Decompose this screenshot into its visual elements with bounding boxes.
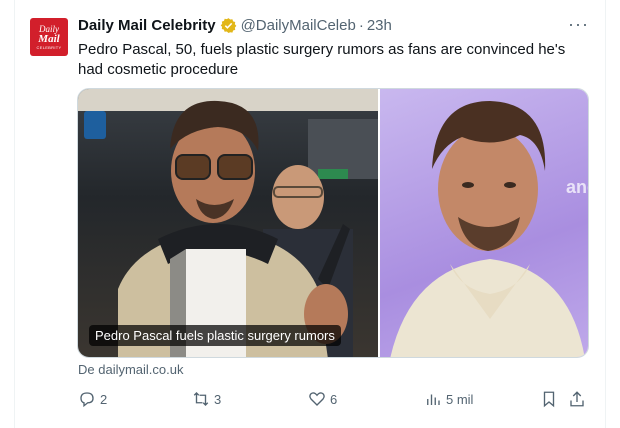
link-source[interactable]: De dailymail.co.uk — [78, 362, 184, 377]
backdrop-text: and — [566, 177, 588, 197]
view-count: 5 mil — [446, 391, 474, 407]
views-button[interactable]: 5 mil — [424, 390, 473, 408]
share-icon — [570, 391, 584, 407]
author-handle[interactable]: @DailyMailCeleb — [241, 17, 356, 34]
photo-portrait: and — [380, 89, 588, 357]
retweet-icon — [193, 392, 209, 406]
reply-button[interactable]: 2 — [78, 390, 107, 408]
avatar-line2: Mail — [38, 32, 60, 45]
more-options-icon[interactable]: ··· — [568, 14, 589, 35]
like-button[interactable]: 6 — [308, 390, 337, 408]
like-count: 6 — [330, 391, 338, 407]
bookmark-icon — [543, 391, 555, 408]
verified-badge-icon[interactable] — [220, 17, 237, 34]
reply-icon — [80, 392, 94, 408]
header-separator: · — [358, 17, 364, 34]
retweet-count: 3 — [214, 391, 222, 407]
bookmark-button[interactable] — [540, 390, 558, 408]
avatar-line3: CELEBRITY — [36, 44, 62, 50]
reply-count: 2 — [100, 391, 108, 407]
photo-airport: Pedro Pascal fuels plastic surgery rumor… — [78, 89, 378, 357]
retweet-button[interactable]: 3 — [192, 390, 221, 408]
card-caption: Pedro Pascal fuels plastic surgery rumor… — [89, 325, 341, 346]
author-name[interactable]: Daily Mail Celebrity — [78, 17, 216, 34]
avatar[interactable]: Daily Mail CELEBRITY — [30, 18, 68, 56]
tweet-header: Daily Mail Celebrity @DailyMailCeleb · 2… — [78, 17, 392, 34]
tweet-text: Pedro Pascal, 50, fuels plastic surgery … — [78, 41, 566, 78]
tweet-actions: 2 3 6 5 mil — [78, 390, 590, 410]
heart-icon — [309, 392, 325, 406]
tweet-timestamp[interactable]: 23h — [367, 17, 392, 34]
views-chart-icon — [427, 394, 440, 405]
share-button[interactable] — [568, 390, 586, 408]
link-card[interactable]: Pedro Pascal fuels plastic surgery rumor… — [77, 88, 589, 358]
